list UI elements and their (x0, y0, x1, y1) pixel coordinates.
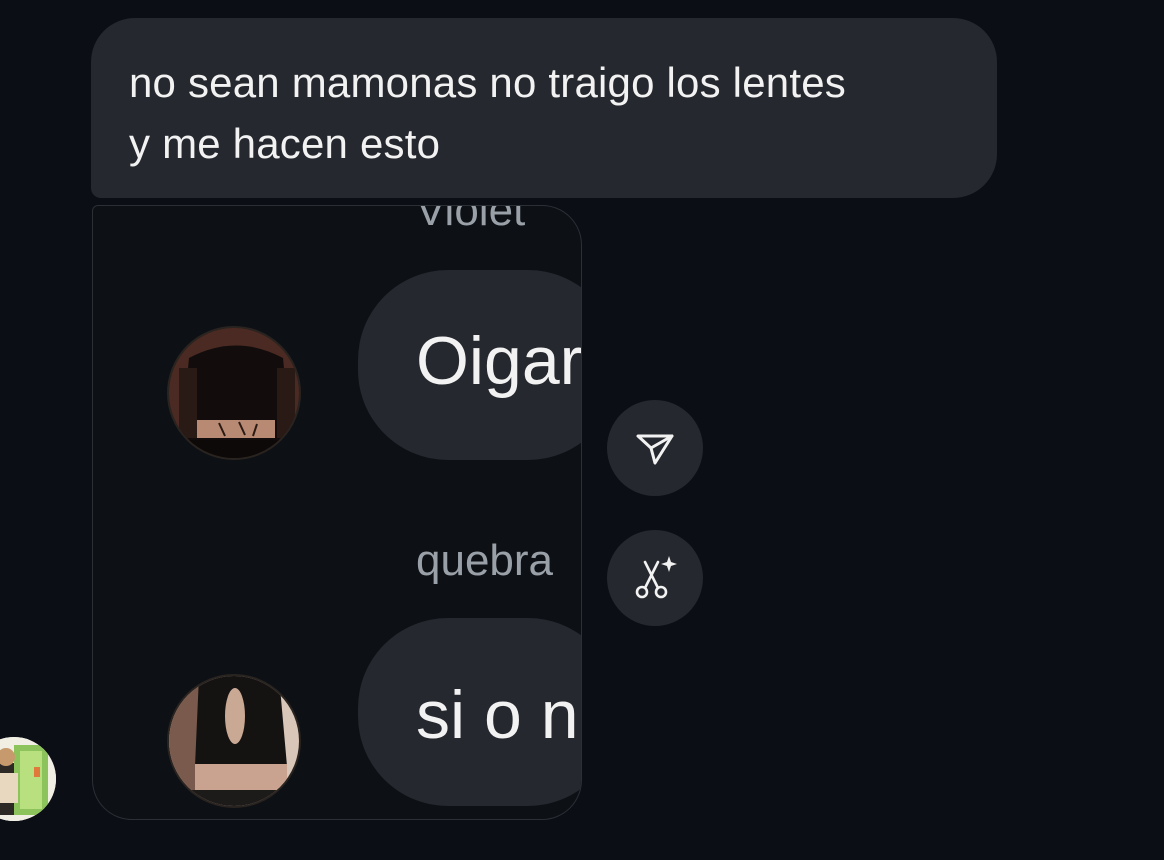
screenshot-avatar-2 (167, 674, 301, 808)
message-text: no sean mamonas no traigo los lentes y m… (129, 52, 957, 174)
screenshot-avatar-1 (167, 326, 301, 460)
share-button[interactable] (607, 400, 703, 496)
screenshot-message-2: si o n (416, 677, 579, 753)
cut-out-button[interactable] (607, 530, 703, 626)
screenshot-sender-name-top: Violet (416, 205, 526, 235)
screenshot-message-bubble-2: si o n (358, 618, 581, 806)
send-icon (636, 434, 674, 465)
screenshot-sender-name-2: quebra (416, 536, 554, 585)
screenshot-message-1: Oigar (416, 323, 582, 399)
message-line-2: y me hacen esto (129, 120, 441, 167)
message-line-1: no sean mamonas no traigo los lentes (129, 59, 846, 106)
image-attachment[interactable]: Violet Oigar quebra si o n (92, 205, 582, 820)
chat-view: no sean mamonas no traigo los lentes y m… (0, 0, 1164, 860)
sender-avatar[interactable] (0, 737, 56, 821)
screenshot-message-bubble-1: Oigar (358, 270, 582, 460)
message-bubble[interactable]: no sean mamonas no traigo los lentes y m… (91, 18, 997, 198)
scissors-sparkle-icon (635, 556, 677, 599)
